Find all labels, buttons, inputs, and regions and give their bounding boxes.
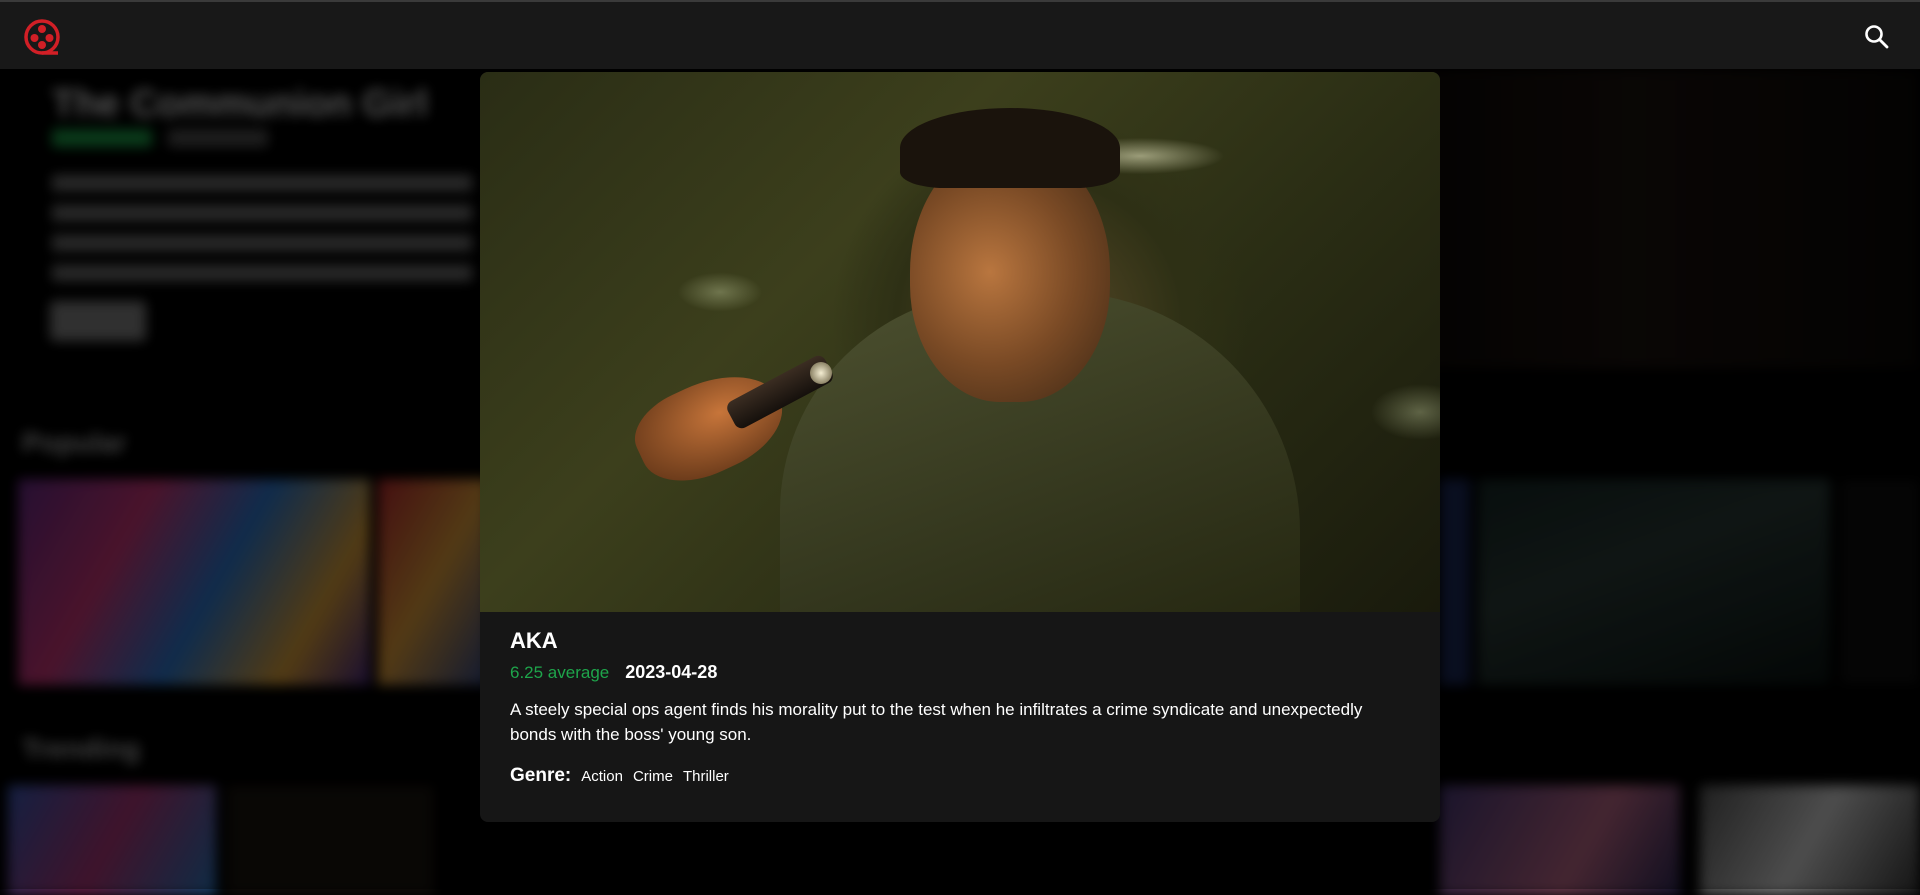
movie-info: AKA 6.25 average 2023-04-28 A steely spe… — [480, 612, 1440, 803]
movie-backdrop-image — [480, 72, 1440, 612]
search-icon[interactable] — [1864, 24, 1890, 50]
movie-meta: 6.25 average 2023-04-28 — [510, 662, 1410, 683]
genre-tag-action[interactable]: Action — [581, 768, 623, 785]
release-date: 2023-04-28 — [625, 662, 718, 682]
genre-tag-crime[interactable]: Crime — [633, 768, 673, 785]
genre-list: Genre: Action Crime Thriller — [510, 765, 1410, 787]
rating-average: 6.25 average — [510, 663, 610, 682]
genre-tag-thriller[interactable]: Thriller — [683, 768, 729, 785]
film-reel-logo-icon[interactable] — [22, 18, 62, 58]
top-navigation-bar — [0, 0, 1920, 69]
hair-shape — [900, 108, 1120, 188]
movie-overview: A steely special ops agent finds his mor… — [510, 700, 1363, 744]
flashlight-light — [810, 362, 832, 384]
movie-detail-modal: AKA 6.25 average 2023-04-28 A steely spe… — [480, 72, 1440, 822]
hand-shape — [623, 354, 797, 500]
genre-label: Genre: — [510, 765, 572, 786]
movie-title: AKA — [510, 628, 558, 653]
